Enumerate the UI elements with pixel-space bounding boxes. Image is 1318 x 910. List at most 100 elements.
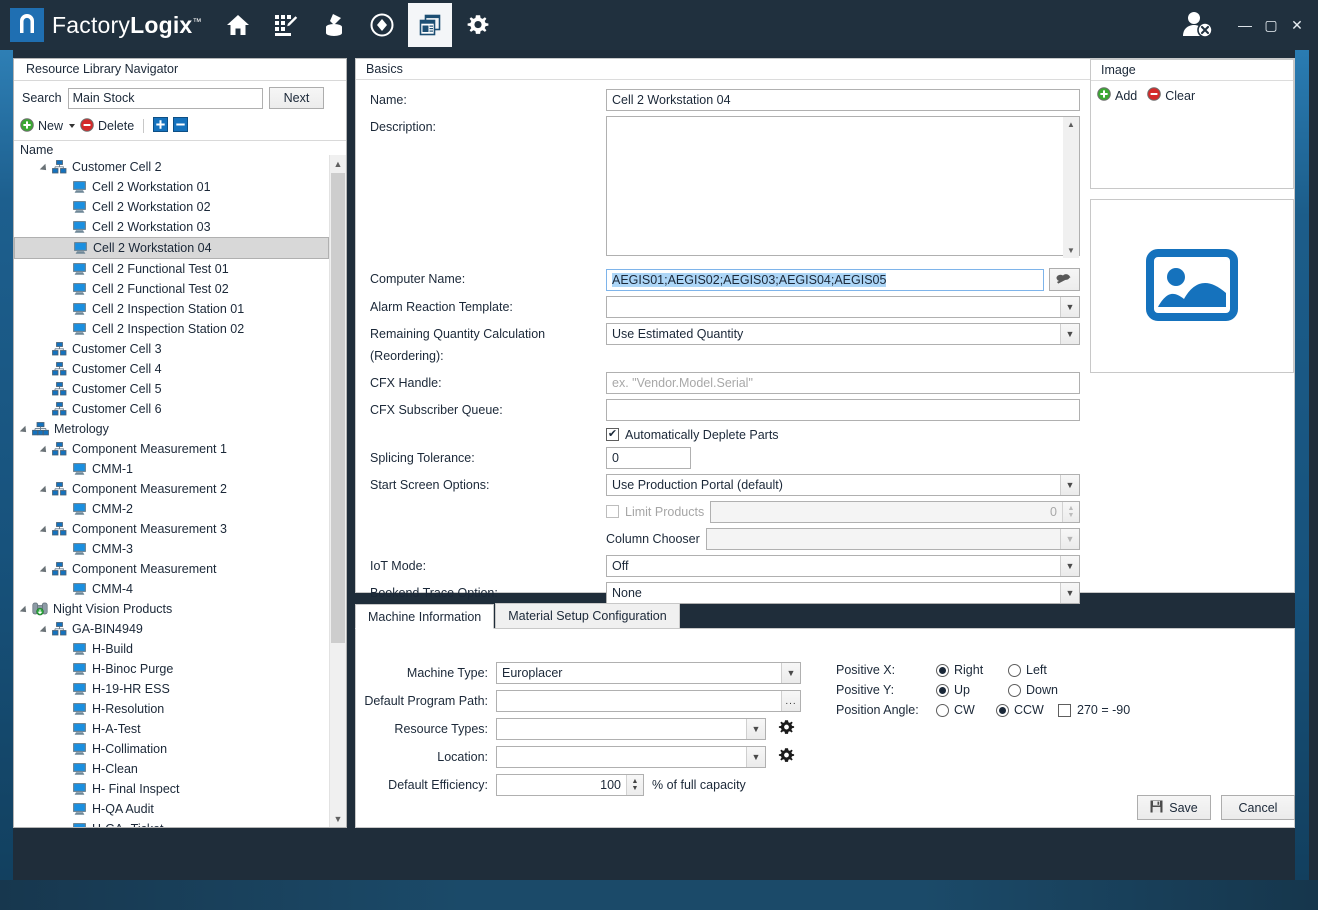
tree-node[interactable]: H- Final Inspect xyxy=(14,779,329,799)
tree-node[interactable]: Customer Cell 5 xyxy=(14,379,329,399)
chevron-down-icon[interactable] xyxy=(69,124,76,128)
chevron-down-icon[interactable]: ▼ xyxy=(1060,474,1079,495)
scrollbar-thumb[interactable] xyxy=(331,173,345,643)
computer-name-input[interactable]: AEGIS01;AEGIS02;AEGIS03;AEGIS04;AEGIS05 xyxy=(606,268,1044,291)
cfx-subscriber-queue-input[interactable] xyxy=(606,399,1080,421)
chevron-down-icon[interactable]: ▼ xyxy=(1060,297,1079,317)
location-settings-gear-icon[interactable] xyxy=(778,747,795,767)
tree-node[interactable]: Component Measurement 1 xyxy=(14,439,329,459)
browse-path-button[interactable]: ... xyxy=(781,691,800,711)
tree-node[interactable]: Cell 2 Workstation 02 xyxy=(14,197,329,217)
new-button[interactable]: New xyxy=(20,117,76,135)
tree-node[interactable]: Cell 2 Workstation 03 xyxy=(14,217,329,237)
logistics-icon[interactable] xyxy=(360,3,404,47)
machine-type-select[interactable]: Europlacer ▼ xyxy=(496,662,801,684)
start-screen-options-select[interactable]: Use Production Portal (default) ▼ xyxy=(606,473,1080,496)
collapse-all-button[interactable] xyxy=(173,117,189,135)
scroll-down-button[interactable]: ▼ xyxy=(330,810,346,827)
tree-node[interactable]: H-A-Test xyxy=(14,719,329,739)
scroll-up-button[interactable]: ▲ xyxy=(330,155,346,172)
stepper-buttons[interactable]: ▲ ▼ xyxy=(1062,501,1079,522)
chevron-down-icon[interactable]: ▼ xyxy=(781,663,800,683)
default-efficiency-stepper[interactable]: 100 ▲ ▼ xyxy=(496,774,644,796)
tree-node[interactable]: CMM-3 xyxy=(14,539,329,559)
tree-node[interactable]: GA-BIN4949 xyxy=(14,619,329,639)
tree-node[interactable]: CMM-4 xyxy=(14,579,329,599)
cfx-handle-input[interactable] xyxy=(606,372,1080,394)
remaining-quantity-select[interactable]: Use Estimated Quantity ▼ xyxy=(606,323,1080,345)
tree-scrollbar[interactable]: ▲ ▼ xyxy=(329,155,346,827)
materials-icon[interactable] xyxy=(312,3,356,47)
tree-node[interactable]: Cell 2 Functional Test 01 xyxy=(14,259,329,279)
default-program-path-input[interactable] xyxy=(496,690,801,712)
limit-products-stepper[interactable]: 0 ▲ ▼ xyxy=(710,500,1080,523)
chevron-down-icon[interactable]: ▼ xyxy=(746,719,765,739)
tree-expander-icon[interactable] xyxy=(20,603,32,615)
save-button[interactable]: Save xyxy=(1137,795,1211,820)
tab-machine-information[interactable]: Machine Information xyxy=(355,604,495,629)
home-icon[interactable] xyxy=(216,3,260,47)
close-button[interactable]: ✕ xyxy=(1284,12,1310,38)
chevron-down-icon[interactable]: ▼ xyxy=(1060,528,1079,549)
tree-node[interactable]: H-Build xyxy=(14,639,329,659)
search-next-button[interactable]: Next xyxy=(268,87,325,109)
tree-node[interactable]: H-Clean xyxy=(14,759,329,779)
tree-node[interactable]: H-QA Audit xyxy=(14,799,329,819)
description-textarea[interactable] xyxy=(606,116,1080,256)
tree-expander-icon[interactable] xyxy=(40,483,52,495)
tree-node[interactable]: Component Measurement 3 xyxy=(14,519,329,539)
resource-tree[interactable]: Customer Cell 2 Cell 2 Workstation 01 Cell… xyxy=(14,155,329,827)
image-preview-box[interactable] xyxy=(1090,199,1294,373)
chevron-down-icon[interactable]: ▼ xyxy=(1060,555,1079,576)
limit-products-checkbox[interactable]: Limit Products xyxy=(606,505,704,519)
search-input[interactable] xyxy=(67,87,263,109)
chevron-down-icon[interactable]: ▼ xyxy=(746,747,765,767)
chevron-down-icon[interactable]: ▼ xyxy=(1060,582,1079,603)
tree-node[interactable]: CMM-2 xyxy=(14,499,329,519)
process-editor-icon[interactable] xyxy=(264,3,308,47)
name-input[interactable] xyxy=(606,89,1080,111)
iot-mode-select[interactable]: Off ▼ xyxy=(606,554,1080,577)
tree-node[interactable]: Component Measurement xyxy=(14,559,329,579)
image-clear-button[interactable]: Clear xyxy=(1147,87,1195,104)
tree-expander-icon[interactable] xyxy=(40,161,52,173)
tree-node[interactable]: H-Binoc Purge xyxy=(14,659,329,679)
positive-y-up-radio[interactable]: Up xyxy=(936,683,1008,697)
cancel-button[interactable]: Cancel xyxy=(1221,795,1295,820)
tree-node[interactable]: Component Measurement 2 xyxy=(14,479,329,499)
position-angle-ccw-radio[interactable]: CCW xyxy=(996,703,1058,717)
resource-types-settings-gear-icon[interactable] xyxy=(778,719,795,739)
tree-expander-icon[interactable] xyxy=(40,623,52,635)
tree-node[interactable]: Customer Cell 2 xyxy=(14,157,329,177)
resource-types-select[interactable]: ▼ xyxy=(496,718,766,740)
tree-expander-icon[interactable] xyxy=(20,423,32,435)
automatically-deplete-parts-checkbox[interactable]: Automatically Deplete Parts xyxy=(606,428,779,442)
tree-node[interactable]: Night Vision Products xyxy=(14,599,329,619)
stepper-buttons[interactable]: ▲ ▼ xyxy=(626,775,643,795)
tree-node[interactable]: Metrology xyxy=(14,419,329,439)
position-angle-cw-radio[interactable]: CW xyxy=(936,703,996,717)
minimize-button[interactable]: — xyxy=(1232,12,1258,38)
chevron-down-icon[interactable]: ▼ xyxy=(1060,324,1079,344)
tree-node[interactable]: H-19-HR ESS xyxy=(14,679,329,699)
tree-node[interactable]: Customer Cell 3 xyxy=(14,339,329,359)
tree-node[interactable]: Cell 2 Inspection Station 02 xyxy=(14,319,329,339)
column-chooser-select[interactable]: ▼ xyxy=(705,527,1080,550)
location-select[interactable]: ▼ xyxy=(496,746,766,768)
tree-node[interactable]: H-GA- Ticket xyxy=(14,819,329,827)
settings-gear-icon[interactable] xyxy=(456,3,500,47)
splicing-tolerance-input[interactable] xyxy=(606,446,691,469)
description-scrollbar[interactable]: ▲ ▼ xyxy=(1063,117,1079,258)
maximize-button[interactable]: ▢ xyxy=(1258,12,1284,38)
tree-node[interactable]: CMM-1 xyxy=(14,459,329,479)
alarm-reaction-template-select[interactable]: ▼ xyxy=(606,296,1080,318)
positive-x-right-radio[interactable]: Right xyxy=(936,663,1008,677)
resource-library-icon[interactable] xyxy=(407,3,452,47)
tree-expander-icon[interactable] xyxy=(40,563,52,575)
delete-button[interactable]: Delete xyxy=(80,117,134,135)
user-account-icon[interactable] xyxy=(1180,9,1214,42)
tree-node[interactable]: Customer Cell 4 xyxy=(14,359,329,379)
image-add-button[interactable]: Add xyxy=(1097,87,1137,104)
tree-node[interactable]: Cell 2 Workstation 04 xyxy=(14,237,329,259)
tree-node[interactable]: Cell 2 Workstation 01 xyxy=(14,177,329,197)
